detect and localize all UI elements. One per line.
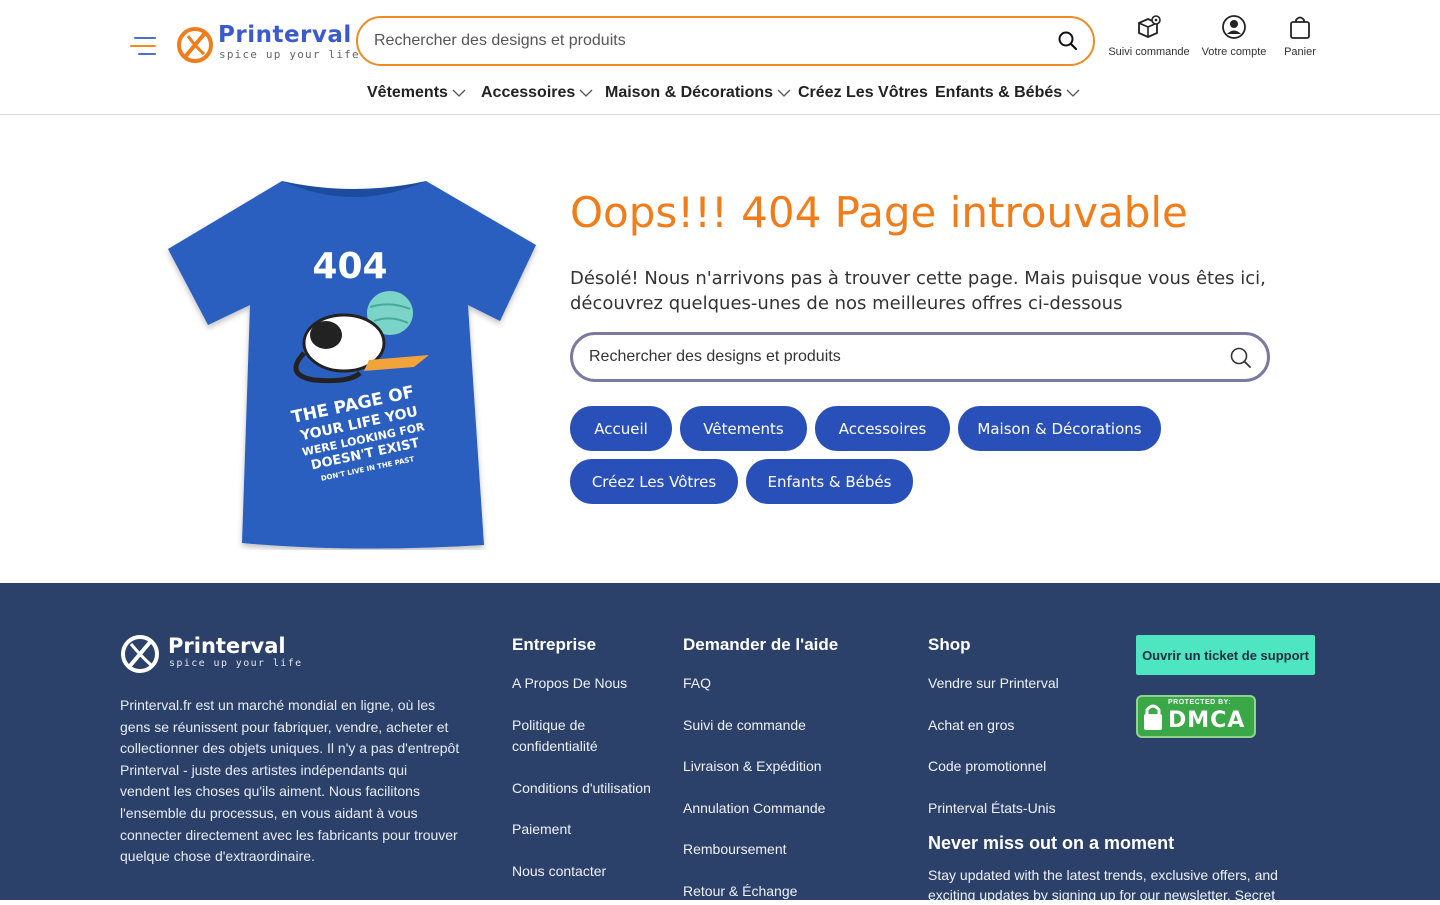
footer-description: Printerval.fr est un marché mondial en l… [120, 697, 460, 865]
error-description: Désolé! Nous n'arrivons pas à trouver ce… [570, 268, 1266, 314]
404-tshirt-image: 404 THE PAGE OF YOUR LIFE YOU WERE LOOKI… [168, 181, 536, 549]
logo-mark-icon [121, 635, 159, 673]
account-link[interactable]: Votre compte [1196, 14, 1272, 58]
newsletter-title: Never miss out on a moment [928, 833, 1175, 853]
footer-link[interactable]: Politique de confidentialité [512, 715, 632, 757]
cart-link[interactable]: Panier [1278, 14, 1322, 58]
pill-creez[interactable]: Créez Les Vôtres [570, 459, 738, 504]
chevron-down-icon [579, 89, 593, 97]
footer-heading-shop: Shop [928, 635, 971, 654]
logo-tagline: spice up your life [219, 48, 360, 61]
menu-icon[interactable] [130, 33, 158, 59]
footer-heading-entreprise: Entreprise [512, 635, 597, 654]
nav-item-label: Enfants & Bébés [935, 84, 1063, 101]
search-icon[interactable] [1057, 30, 1079, 52]
footer-link[interactable]: Printerval États-Unis [928, 798, 1128, 819]
main-search-input[interactable] [589, 345, 1209, 369]
footer-link[interactable]: Nous contacter [512, 861, 672, 882]
lock-icon [1144, 704, 1162, 730]
nav-item-label: Maison & Décorations [605, 84, 774, 101]
pill-accueil[interactable]: Accueil [570, 406, 672, 451]
cart-label: Panier [1284, 46, 1316, 58]
dmca-main-text: DMCA [1168, 708, 1246, 733]
header-search-input[interactable] [374, 29, 1034, 53]
dmca-top-text: PROTECTED BY: [1168, 699, 1232, 706]
shopping-bag-icon [1290, 16, 1310, 39]
footer-heading-aide: Demander de l'aide [683, 635, 839, 654]
footer-logo-name: Printerval [168, 634, 286, 658]
pill-vetements[interactable]: Vêtements [680, 406, 807, 451]
footer-link[interactable]: Livraison & Expédition [683, 756, 903, 777]
chevron-down-icon [777, 89, 791, 97]
newsletter-text: Stay updated with the latest trends, exc… [928, 867, 1278, 903]
chevron-down-icon [1066, 89, 1080, 97]
nav-item-enfants[interactable]: Enfants & Bébés [935, 84, 1080, 102]
nav-item-label: Créez Les Vôtres [798, 84, 928, 101]
dmca-badge[interactable]: PROTECTED BY: DMCA [1136, 695, 1256, 738]
pill-maison[interactable]: Maison & Décorations [958, 406, 1161, 451]
nav-item-accessoires[interactable]: Accessoires [481, 84, 593, 102]
footer-link[interactable]: Conditions d'utilisation [512, 778, 672, 799]
user-circle-icon [1222, 15, 1246, 39]
account-label: Votre compte [1201, 46, 1267, 58]
nav-item-creez[interactable]: Créez Les Vôtres [798, 84, 928, 102]
logo-mark-icon [177, 27, 213, 63]
site-footer: Printerval spice up your life Printerval… [0, 583, 1440, 903]
nav-item-maison[interactable]: Maison & Décorations [605, 84, 791, 102]
main-nav: Vêtements Accessoires Maison & Décoratio… [0, 84, 1440, 106]
footer-link[interactable]: Vendre sur Printerval [928, 673, 1128, 694]
footer-link[interactable]: Code promotionnel [928, 756, 1128, 777]
footer-link[interactable]: Remboursement [683, 839, 903, 860]
site-header: Printerval spice up your life Suivi comm… [0, 0, 1440, 115]
search-icon[interactable] [1229, 346, 1253, 370]
page-title: Oops!!! 404 Page introuvable [570, 188, 1188, 237]
footer-link[interactable]: Suivi de commande [683, 715, 903, 736]
box-location-icon [1138, 15, 1161, 38]
shirt-404-text: 404 [312, 246, 387, 287]
footer-link[interactable]: Achat en gros [928, 715, 1128, 736]
main-search [570, 332, 1270, 382]
support-ticket-button[interactable]: Ouvrir un ticket de support [1136, 635, 1315, 675]
footer-link[interactable]: Retour & Échange [683, 881, 903, 902]
order-tracking-label: Suivi commande [1108, 46, 1190, 58]
pill-enfants[interactable]: Enfants & Bébés [746, 459, 913, 504]
nav-item-label: Vêtements [367, 84, 448, 101]
site-logo[interactable]: Printerval spice up your life [176, 22, 359, 66]
footer-link[interactable]: A Propos De Nous [512, 673, 672, 694]
nav-item-label: Accessoires [481, 84, 576, 101]
pill-accessoires[interactable]: Accessoires [815, 406, 950, 451]
footer-logo[interactable]: Printerval spice up your life [120, 633, 301, 675]
chevron-down-icon [452, 89, 466, 97]
nav-item-vetements[interactable]: Vêtements [367, 84, 466, 102]
footer-link[interactable]: FAQ [683, 673, 903, 694]
header-search [356, 16, 1095, 66]
order-tracking-link[interactable]: Suivi commande [1107, 14, 1191, 58]
footer-logo-tagline: spice up your life [169, 658, 303, 669]
footer-link[interactable]: Annulation Commande [683, 798, 903, 819]
footer-link[interactable]: Paiement [512, 819, 672, 840]
logo-name: Printerval [218, 22, 352, 48]
